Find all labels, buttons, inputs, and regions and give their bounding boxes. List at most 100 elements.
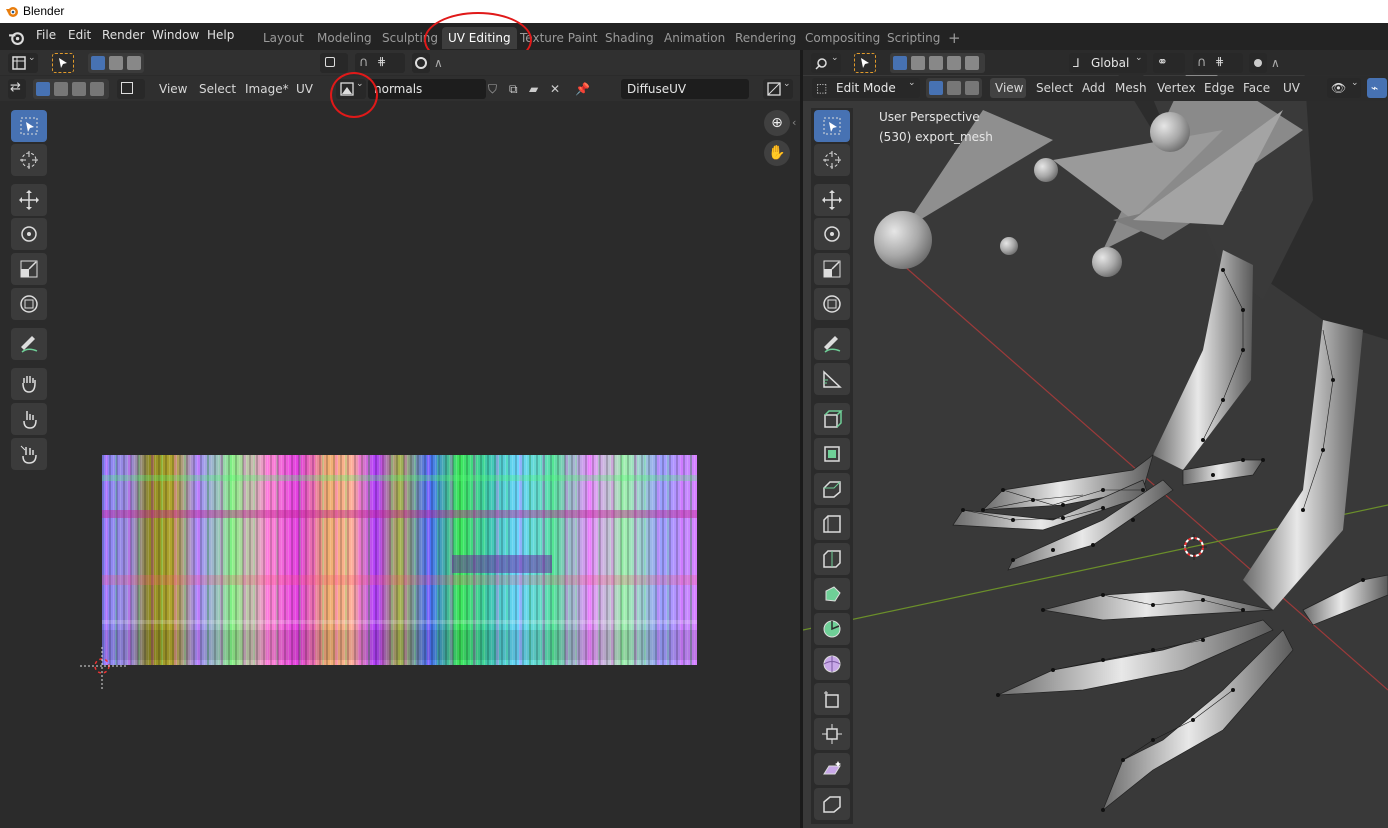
viewport-menu-uv[interactable]: UV [1283, 78, 1300, 98]
sync-selection-button[interactable]: ⇄ [8, 79, 26, 99]
tool-annotate[interactable] [11, 328, 47, 360]
tool-select-box[interactable] [11, 110, 47, 142]
viewport-menu-mesh[interactable]: Mesh [1115, 78, 1147, 98]
tab-modeling[interactable]: Modeling [311, 27, 378, 49]
falloff-icon[interactable]: ∧ [434, 53, 443, 73]
tool-rip-region[interactable] [814, 788, 850, 820]
menu-help[interactable]: Help [207, 28, 234, 42]
tool-annotate[interactable] [814, 328, 850, 360]
tool-rotate[interactable] [11, 218, 47, 250]
tool-cursor[interactable] [814, 144, 850, 176]
edge-select-icon[interactable] [54, 82, 68, 96]
tool-grab[interactable] [11, 368, 47, 400]
uv-menu-image[interactable]: Image* [245, 79, 289, 99]
select-invert-icon[interactable] [947, 56, 961, 70]
select-extend-icon[interactable] [109, 56, 123, 70]
select-extend-icon[interactable] [911, 56, 925, 70]
unlink-close-icon[interactable]: ✕ [550, 79, 560, 99]
viewport-menu-vertex[interactable]: Vertex [1157, 78, 1196, 98]
vertex-select-icon[interactable] [36, 82, 50, 96]
tool-edge-slide[interactable] [814, 683, 850, 715]
display-channels-button[interactable]: ⌄ [763, 79, 793, 99]
select-intersect-icon[interactable] [965, 56, 979, 70]
zoom-button[interactable]: ⊕ [764, 110, 790, 136]
viewport-select-mode-group[interactable] [890, 53, 985, 73]
select-subtract-icon[interactable] [127, 56, 141, 70]
uv-select-mode-group[interactable] [33, 79, 109, 99]
select-mode-group[interactable] [88, 53, 144, 73]
sidebar-toggle-icon[interactable]: ‹ [792, 116, 796, 129]
edge-select-icon[interactable] [947, 81, 961, 95]
tool-measure[interactable] [814, 363, 850, 395]
tool-scale[interactable] [814, 253, 850, 285]
viewport-editor-type-button[interactable]: ⌄ [811, 53, 841, 73]
tool-pinch[interactable] [11, 438, 47, 470]
viewport-menu-edge[interactable]: Edge [1204, 78, 1234, 98]
proportional-edit-button[interactable] [412, 53, 430, 73]
viewport-menu-add[interactable]: Add [1082, 78, 1105, 98]
menu-file[interactable]: File [36, 28, 56, 42]
tab-shading[interactable]: Shading [599, 27, 660, 49]
tool-select-box[interactable] [814, 110, 850, 142]
snap-button[interactable]: ∩ ⋕ [355, 53, 405, 73]
proportional-edit-button[interactable] [1249, 53, 1267, 73]
new-image-icon[interactable]: ⧉ [509, 79, 518, 99]
pan-button[interactable]: ✋ [764, 140, 790, 166]
viewport-menu-select[interactable]: Select [1036, 78, 1073, 98]
xray-toggle-button[interactable]: ⌁ [1367, 78, 1387, 98]
pivot-point-button[interactable] [320, 53, 348, 73]
tool-add-cube[interactable] [814, 403, 850, 435]
tool-move[interactable] [11, 184, 47, 216]
sticky-selection-button[interactable] [117, 79, 145, 99]
tab-rendering[interactable]: Rendering [729, 27, 802, 49]
face-select-icon[interactable] [72, 82, 86, 96]
pivot-point-button[interactable]: ⚭ [1153, 53, 1185, 73]
menu-edit[interactable]: Edit [68, 28, 91, 42]
fake-user-shield-icon[interactable]: ⛉ [488, 79, 497, 99]
tool-rotate[interactable] [814, 218, 850, 250]
tool-inset[interactable] [814, 473, 850, 505]
face-select-icon[interactable] [965, 81, 979, 95]
tool-bevel[interactable] [814, 508, 850, 540]
tab-animation[interactable]: Animation [658, 27, 731, 49]
add-workspace-button[interactable]: + [942, 27, 967, 49]
tool-transform[interactable] [814, 288, 850, 320]
image-name-field[interactable]: normals [368, 79, 486, 99]
editor-type-button[interactable]: ⌄ [8, 53, 38, 73]
tab-scripting[interactable]: Scripting [881, 27, 946, 49]
viewport-menu-face[interactable]: Face [1243, 78, 1270, 98]
mesh-select-mode-group[interactable] [926, 78, 982, 98]
select-new-icon[interactable] [893, 56, 907, 70]
snap-button[interactable]: ∩ ⋕ [1193, 53, 1243, 73]
transform-orientation-dropdown[interactable]: ⅃ Global ⌄ [1069, 53, 1147, 73]
select-subtract-icon[interactable] [929, 56, 943, 70]
tool-transform[interactable] [11, 288, 47, 320]
vertex-select-icon[interactable] [929, 81, 943, 95]
tool-move[interactable] [814, 184, 850, 216]
tool-spin[interactable] [814, 613, 850, 645]
viewport-select-tool-button[interactable] [854, 53, 876, 73]
tab-compositing[interactable]: Compositing [799, 27, 886, 49]
uv-map-field[interactable]: DiffuseUV [621, 79, 749, 99]
menu-window[interactable]: Window [152, 28, 199, 42]
tool-shrink-fatten[interactable] [814, 718, 850, 750]
blender-menu-icon[interactable] [8, 29, 25, 46]
select-new-icon[interactable] [91, 56, 105, 70]
tool-shear[interactable] [814, 753, 850, 785]
select-tool-button[interactable] [52, 53, 74, 73]
tool-extrude[interactable] [814, 438, 850, 470]
open-folder-icon[interactable]: ▰ [529, 79, 538, 99]
uv-menu-select[interactable]: Select [199, 79, 236, 99]
menu-render[interactable]: Render [102, 28, 145, 42]
uv-menu-uv[interactable]: UV [296, 79, 313, 99]
tab-layout[interactable]: Layout [257, 27, 310, 49]
falloff-icon[interactable]: ∧ [1271, 53, 1280, 73]
tool-loop-cut[interactable] [814, 543, 850, 575]
viewport-menu-view[interactable]: View [995, 78, 1023, 98]
pin-icon[interactable]: 📌 [575, 79, 590, 99]
mode-dropdown[interactable]: ⬚ Edit Mode ⌄ [812, 78, 920, 98]
tool-smooth[interactable] [814, 648, 850, 680]
visibility-dropdown[interactable]: 👁 ⌄ [1327, 78, 1361, 98]
island-select-icon[interactable] [90, 82, 104, 96]
tool-knife[interactable] [814, 578, 850, 610]
